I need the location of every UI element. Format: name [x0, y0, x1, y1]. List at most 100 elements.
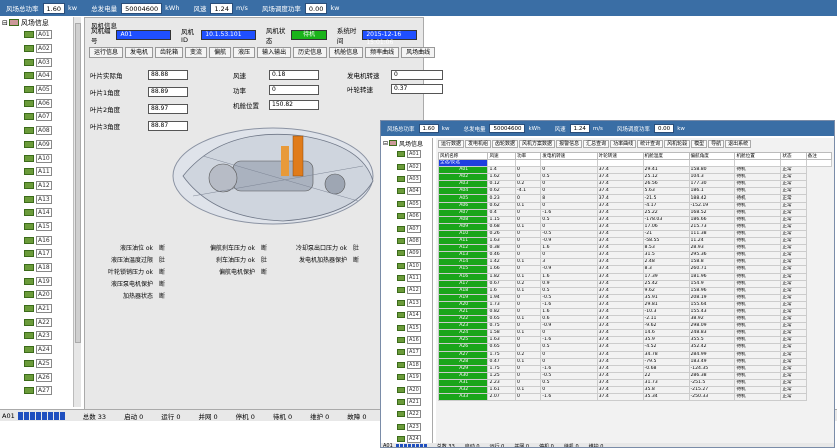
- turbine-name-cell[interactable]: A30: [437, 371, 489, 380]
- turbine-name-cell[interactable]: A17: [437, 279, 489, 288]
- turbine-name-cell[interactable]: A22: [437, 315, 489, 324]
- table-row[interactable]: A28 0.47 0.1 0 37.4 -79.5 183.49 待机 正常: [437, 357, 832, 366]
- secondary-tab-1[interactable]: 发电机组: [465, 140, 492, 148]
- turbine-name-cell[interactable]: A26: [437, 343, 489, 352]
- table-row[interactable]: A14 1.42 0.1 3 37.4 2.48 158.8 待机 正常: [437, 258, 832, 267]
- turbine-name-cell[interactable]: A09: [437, 222, 489, 231]
- table-row[interactable]: A24 1.58 0.1 0 37.4 14.6 248.83 待机 正常: [437, 329, 832, 338]
- tree-item-a01[interactable]: A01: [0, 28, 79, 42]
- secondary-turbine-tree[interactable]: ⊟ 风场信息 A01 A02 A03 A04 A05 A06 A07 A08 A09 A10 A11…: [381, 138, 433, 443]
- tree-item-a15[interactable]: A15: [0, 220, 79, 234]
- turbine-name-cell[interactable]: A31: [437, 378, 489, 388]
- secondary-tab-4[interactable]: 报警信息: [556, 140, 583, 148]
- tree-root[interactable]: ⊟ 风场信息: [0, 17, 79, 28]
- turbine-name-cell[interactable]: A24: [437, 329, 489, 338]
- secondary-tab-10[interactable]: 导航: [708, 140, 725, 148]
- table-row[interactable]: A10 0.26 0 -0.5 37.4 -21 111.38 待机 正常: [437, 229, 832, 239]
- secondary-tab-7[interactable]: 统计查询: [637, 140, 664, 148]
- tree-item-a04[interactable]: A04: [381, 185, 432, 197]
- tree-item-a24[interactable]: A24: [0, 343, 79, 357]
- tree-item-a16[interactable]: A16: [0, 233, 79, 247]
- tree-item-a17[interactable]: A17: [0, 247, 79, 261]
- tree-item-a11[interactable]: A11: [381, 272, 432, 284]
- secondary-tab-3[interactable]: 风机方案数据: [519, 140, 556, 148]
- tree-item-a05[interactable]: A05: [381, 198, 432, 210]
- secondary-tab-2[interactable]: 齿轮数据: [492, 140, 519, 148]
- tree-root[interactable]: ⊟ 风场信息: [381, 138, 432, 148]
- table-row[interactable]: A21 0.82 0 1.6 37.4 -10.3 155.43 待机 正常: [437, 307, 832, 317]
- table-row[interactable]: A12 0.38 0 1.6 37.4 8.53 28.93 待机 正常: [437, 244, 832, 253]
- tree-item-a23[interactable]: A23: [0, 329, 79, 343]
- turbine-name-cell[interactable]: A04: [437, 187, 489, 196]
- turbine-name-cell[interactable]: A12: [437, 244, 489, 253]
- tab-1[interactable]: 发电机: [125, 47, 154, 58]
- tree-item-a27[interactable]: A27: [0, 384, 79, 398]
- secondary-tab-5[interactable]: 汇总查询: [583, 140, 610, 148]
- tree-item-a19[interactable]: A19: [381, 371, 432, 383]
- tree-item-a18[interactable]: A18: [381, 359, 432, 371]
- tab-0[interactable]: 运行信息: [89, 47, 124, 58]
- table-row[interactable]: A16 1.82 0.1 1.6 37.4 17.39 181.96 待机 正常: [437, 272, 832, 281]
- tree-item-a07[interactable]: A07: [381, 222, 432, 234]
- select-all-cell[interactable]: 全选/反选: [437, 158, 489, 168]
- turbine-name-cell[interactable]: A02: [437, 173, 489, 182]
- expand-icon[interactable]: ⊟: [2, 19, 8, 27]
- tree-item-a14[interactable]: A14: [381, 309, 432, 321]
- table-row[interactable]: A31 2.23 0 0.5 37.4 31.73 -251.5 待机 正常: [437, 378, 832, 388]
- turbine-name-cell[interactable]: A29: [437, 364, 489, 373]
- tree-item-a13[interactable]: A13: [381, 297, 432, 309]
- tree-item-a25[interactable]: A25: [0, 357, 79, 371]
- table-row[interactable]: A17 0.67 0.2 0.9 37.4 25.42 154.9 待机 正常: [437, 279, 832, 288]
- tab-7[interactable]: 历史信息: [293, 47, 328, 58]
- tree-item-a11[interactable]: A11: [0, 165, 79, 179]
- table-row[interactable]: A30 1.25 0 -0.5 37.4 22 286.38 待机 正常: [437, 371, 832, 380]
- tree-item-a12[interactable]: A12: [0, 179, 79, 193]
- expand-icon[interactable]: ⊟: [383, 140, 388, 147]
- turbine-name-cell[interactable]: A33: [437, 393, 489, 402]
- turbine-name-cell[interactable]: A11: [437, 237, 489, 246]
- table-row[interactable]: A20 1.73 0 -1.6 37.4 29.81 155.64 待机 正常: [437, 300, 832, 309]
- tree-item-a15[interactable]: A15: [381, 321, 432, 333]
- tree-item-a04[interactable]: A04: [0, 69, 79, 83]
- tree-item-a22[interactable]: A22: [381, 408, 432, 420]
- table-row[interactable]: A18 1.6 0.1 0.5 37.4 9.62 158.96 待机 正常: [437, 286, 832, 295]
- table-row[interactable]: A26 0.65 0 0.5 37.4 -4.52 352.42 待机 正常: [437, 343, 832, 352]
- table-row[interactable]: A02 1.62 0 0.5 37.4 25.12 104.3 待机 正常: [437, 173, 832, 182]
- tab-10[interactable]: 风场曲线: [401, 47, 436, 58]
- table-row[interactable]: A08 1.15 0 0.5 37.4 -178.03 186.66 待机 正常: [437, 215, 832, 224]
- table-row[interactable]: A11 1.63 0 -0.9 37.4 -58.55 11.24 待机 正常: [437, 237, 832, 246]
- turbine-name-cell[interactable]: A13: [437, 251, 489, 260]
- table-row[interactable]: A03 0.12 0.2 0 37.4 26.56 177.30 待机 正常: [437, 180, 832, 189]
- tree-item-a09[interactable]: A09: [0, 138, 79, 152]
- tree-item-a17[interactable]: A17: [381, 346, 432, 358]
- tree-item-a12[interactable]: A12: [381, 284, 432, 296]
- tree-item-a21[interactable]: A21: [0, 302, 79, 316]
- table-row[interactable]: A29 1.75 0 -1.6 37.4 -0.68 -124.35 待机 正常: [437, 364, 832, 373]
- tree-item-a09[interactable]: A09: [381, 247, 432, 259]
- turbine-name-cell[interactable]: A32: [437, 385, 489, 395]
- turbine-name-cell[interactable]: A15: [437, 265, 489, 274]
- table-row[interactable]: A01 1.4 0 0 37.4 29.41 158.80 待机 正常: [437, 166, 832, 175]
- tab-6[interactable]: 输入输出: [257, 47, 292, 58]
- secondary-tab-6[interactable]: 功率曲线: [610, 140, 637, 148]
- tree-item-a10[interactable]: A10: [0, 151, 79, 165]
- table-row[interactable]: A09 0.68 0.1 0 37.4 17.06 215.73 待机 正常: [437, 222, 832, 231]
- turbine-name-cell[interactable]: A01: [437, 166, 489, 175]
- secondary-tab-11[interactable]: 退出系统: [725, 140, 752, 148]
- turbine-name-cell[interactable]: A28: [437, 357, 489, 366]
- table-row[interactable]: A05 0.23 0 8 37.4 -21.5 188.42 待机 正常: [437, 194, 832, 203]
- turbine-name-cell[interactable]: A18: [437, 286, 489, 295]
- turbine-name-cell[interactable]: A07: [437, 208, 489, 217]
- tree-item-a03[interactable]: A03: [381, 173, 432, 185]
- tree-item-a10[interactable]: A10: [381, 260, 432, 272]
- table-row[interactable]: A04 0.62 -4.1 0 37.4 5.63 186.1 待机 正常: [437, 187, 832, 196]
- tree-item-a20[interactable]: A20: [0, 288, 79, 302]
- turbine-name-cell[interactable]: A14: [437, 258, 489, 267]
- tab-8[interactable]: 机舱信息: [329, 47, 364, 58]
- table-row[interactable]: A06 0.62 0.1 0 37.4 -4.17 -152.19 待机 正常: [437, 201, 832, 210]
- turbine-name-cell[interactable]: A21: [437, 307, 489, 317]
- turbine-name-cell[interactable]: A19: [437, 293, 489, 302]
- tab-2[interactable]: 齿轮箱: [155, 47, 184, 58]
- tree-item-a21[interactable]: A21: [381, 396, 432, 408]
- table-row[interactable]: 全选/反选: [437, 158, 833, 168]
